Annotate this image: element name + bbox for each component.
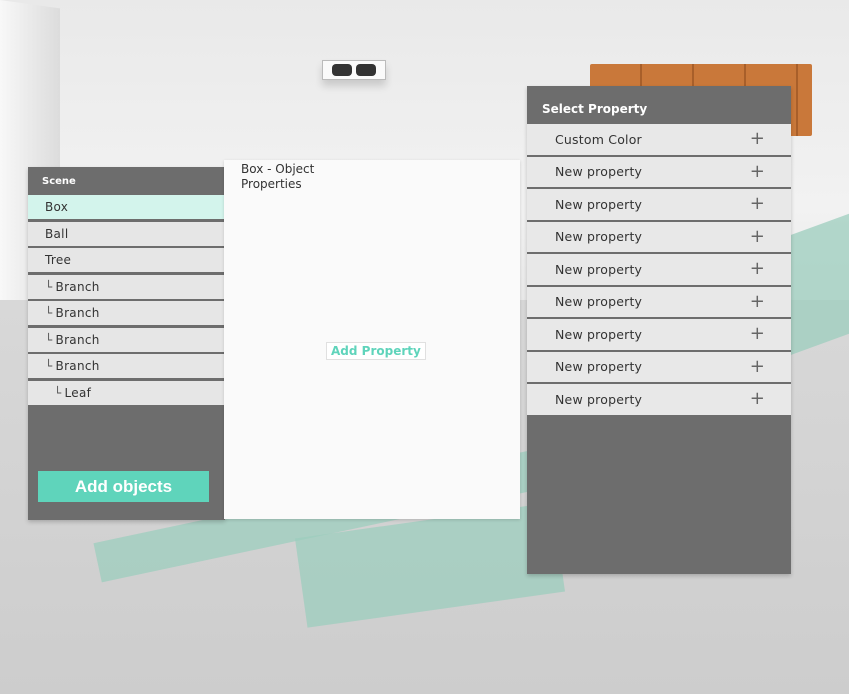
add-objects-button[interactable]: Add objects (38, 471, 209, 502)
scene-item-label: Branch (55, 332, 100, 347)
scene-item[interactable]: Tree (28, 248, 225, 272)
property-item[interactable]: New property + (527, 351, 791, 382)
property-item-label: New property (555, 326, 643, 342)
scene-item-label: Leaf (64, 385, 92, 400)
scene-panel: Scene Box Ball Tree └ Branch └ Branch └ Branch └ B… (28, 167, 225, 520)
tree-indent-icon: └ (45, 279, 53, 294)
property-item[interactable]: New property + (527, 189, 791, 220)
scene-item[interactable]: Box (28, 195, 225, 219)
plus-icon[interactable]: + (750, 357, 765, 376)
scene-list: Box Ball Tree └ Branch └ Branch └ Branch └ Branch └… (28, 195, 225, 407)
plus-icon[interactable]: + (750, 227, 765, 246)
selection-pointer-icon (208, 197, 224, 217)
plus-icon[interactable]: + (750, 390, 765, 408)
scene-title: Scene (42, 176, 76, 187)
scene-item[interactable]: └ Branch (28, 274, 225, 299)
scene-item[interactable]: Ball (28, 221, 225, 246)
tree-indent-icon: └ (54, 385, 62, 400)
property-item-label: New property (555, 294, 643, 310)
plus-icon[interactable]: + (750, 130, 765, 148)
scene-item-label: Box (45, 200, 69, 214)
plus-icon[interactable]: + (750, 292, 765, 311)
scene-item-label: Branch (55, 359, 100, 373)
scene-item[interactable]: └ Branch (28, 327, 225, 352)
scene-item[interactable]: └ Branch (28, 301, 225, 325)
properties-title: Box - Object Properties (241, 162, 315, 191)
scene-item-label: Tree (45, 253, 72, 267)
scene-item[interactable]: └ Branch (28, 354, 225, 378)
exit-sign-icon (322, 60, 386, 80)
scene-item[interactable]: └ Leaf (28, 380, 225, 405)
scene-item-label: Branch (55, 306, 100, 320)
select-property-title: Select Property (542, 102, 648, 116)
property-item[interactable]: New property + (527, 254, 791, 285)
property-item-label: Custom Color (555, 131, 642, 147)
plus-icon[interactable]: + (750, 260, 765, 278)
scene-item-label: Branch (55, 279, 100, 294)
add-property-button[interactable]: Add Property (326, 342, 426, 360)
property-item[interactable]: New property + (527, 156, 791, 187)
property-item-label: New property (555, 391, 643, 407)
tree-indent-icon: └ (45, 332, 53, 347)
plus-icon[interactable]: + (750, 195, 765, 213)
plus-icon[interactable]: + (750, 162, 765, 181)
property-item[interactable]: New property + (527, 319, 791, 350)
property-item[interactable]: New property + (527, 286, 791, 317)
property-item-label: New property (555, 261, 643, 277)
tree-indent-icon: └ (45, 306, 53, 320)
property-item[interactable]: New property + (527, 384, 791, 415)
plus-icon[interactable]: + (750, 325, 765, 343)
property-item-label: New property (555, 359, 643, 375)
select-property-panel: Select Property Custom Color + New propert… (527, 86, 791, 574)
property-item[interactable]: Custom Color + (527, 124, 791, 155)
property-item-label: New property (555, 196, 643, 212)
property-item-label: New property (555, 229, 643, 245)
tree-indent-icon: └ (45, 359, 53, 373)
scene-item-label: Ball (45, 226, 69, 241)
property-item-label: New property (555, 164, 643, 180)
property-list: Custom Color + New property + New property + N… (527, 124, 791, 417)
object-properties-panel: Box - Object Properties Add Property (224, 160, 520, 519)
property-item[interactable]: New property + (527, 221, 791, 252)
